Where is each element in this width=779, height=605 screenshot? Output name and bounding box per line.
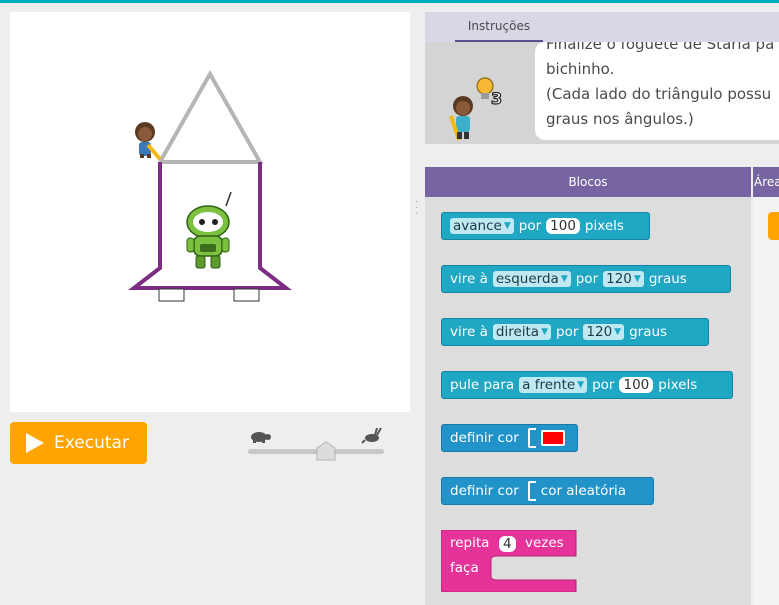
block-repeat[interactable]: repita 4 vezes faça — [441, 530, 577, 592]
block-set-color[interactable]: definir cor — [441, 424, 578, 452]
block-unit: pixels — [658, 377, 698, 393]
block-text: por — [556, 324, 579, 340]
block-text: por — [575, 271, 599, 287]
instructions-panel: Instruções 3 Finalize o foguete de Starl… — [425, 12, 779, 144]
color-swatch-red[interactable] — [540, 430, 565, 446]
artist-avatar — [449, 96, 473, 141]
panel-resize-handle[interactable]: · · · — [415, 198, 419, 222]
toolbox-header: Blocos — [425, 167, 751, 197]
block-unit: graus — [648, 271, 687, 287]
chevron-down-icon: ▼ — [614, 327, 622, 337]
instruction-line-1: Finalize o foguete de Starla pa — [546, 42, 775, 53]
rocket-foot-left — [158, 288, 185, 302]
workspace-area[interactable] — [753, 197, 779, 605]
speed-slider[interactable] — [246, 426, 386, 466]
instruction-line-3: (Cada lado do triângulo possu — [546, 85, 772, 103]
block-move-forward[interactable]: avance ▼ por 100 pixels — [441, 212, 650, 240]
repeat-label: repita — [450, 535, 490, 551]
direction-dropdown[interactable]: avance ▼ — [450, 218, 514, 234]
workspace-header: Área — [753, 167, 779, 197]
hint-count: 3 — [491, 89, 502, 108]
play-icon — [26, 433, 44, 453]
angle-dropdown[interactable]: 120 ▼ — [583, 324, 625, 340]
instructions-avatar: 3 — [439, 74, 509, 144]
distance-input[interactable]: 100 — [546, 218, 580, 234]
block-unit: pixels — [584, 218, 624, 234]
block-jump[interactable]: pule para a frente ▼ por 100 pixels — [441, 371, 733, 399]
random-color-value: cor aleatória — [540, 483, 627, 499]
block-text: por — [592, 377, 615, 393]
chevron-down-icon: ▼ — [541, 327, 548, 337]
block-turn-right[interactable]: vire à direita ▼ por 120 ▼ graus — [441, 318, 709, 346]
speed-thumb[interactable] — [316, 441, 336, 461]
block-text: vire à — [450, 324, 488, 340]
speed-track — [248, 449, 384, 454]
chevron-down-icon: ▼ — [633, 274, 641, 284]
instructions-bubble: Finalize o foguete de Starla pa bichinho.… — [535, 42, 779, 140]
color-input-socket — [527, 481, 536, 501]
chevron-down-icon: ▼ — [503, 221, 511, 231]
tab-instructions[interactable]: Instruções — [455, 12, 543, 42]
block-text: definir cor — [450, 430, 519, 446]
angle-dropdown[interactable]: 120 ▼ — [603, 271, 644, 287]
instruction-line-2: bichinho. — [546, 60, 615, 78]
block-set-random-color[interactable]: definir cor cor aleatória — [441, 477, 654, 505]
instructions-tabbar: Instruções — [425, 12, 779, 42]
jump-direction-dropdown[interactable]: a frente ▼ — [519, 377, 588, 393]
chevron-down-icon: ▼ — [560, 274, 568, 284]
block-unit: graus — [629, 324, 668, 340]
top-accent-line — [0, 0, 779, 3]
robot-character — [186, 191, 232, 269]
block-text: vire à — [450, 271, 488, 287]
rocket-nose-triangle — [158, 69, 264, 164]
repeat-count-input[interactable]: 4 — [499, 536, 516, 552]
turn-direction-dropdown[interactable]: direita ▼ — [492, 324, 551, 340]
chevron-down-icon: ▼ — [577, 380, 585, 390]
distance-input[interactable]: 100 — [619, 377, 654, 393]
rocket-foot-right — [233, 288, 260, 302]
artist-character — [135, 122, 162, 161]
turtle-slow-icon — [251, 432, 271, 443]
run-button[interactable]: Executar — [10, 422, 147, 464]
workspace-start-block[interactable] — [768, 212, 779, 240]
run-button-label: Executar — [54, 433, 129, 453]
repeat-suffix: vezes — [525, 535, 564, 551]
block-text: pule para — [450, 377, 515, 393]
block-turn-left[interactable]: vire à esquerda ▼ por 120 ▼ graus — [441, 265, 731, 293]
block-text: por — [518, 218, 542, 234]
rabbit-fast-icon — [361, 427, 382, 444]
stage-canvas — [128, 69, 292, 302]
block-text: definir cor — [450, 483, 519, 499]
color-input-socket — [527, 428, 536, 448]
drawing-stage — [10, 12, 410, 412]
turn-direction-dropdown[interactable]: esquerda ▼ — [492, 271, 571, 287]
instruction-line-4: graus nos ângulos.) — [546, 110, 694, 128]
repeat-do-label: faça — [450, 560, 479, 576]
